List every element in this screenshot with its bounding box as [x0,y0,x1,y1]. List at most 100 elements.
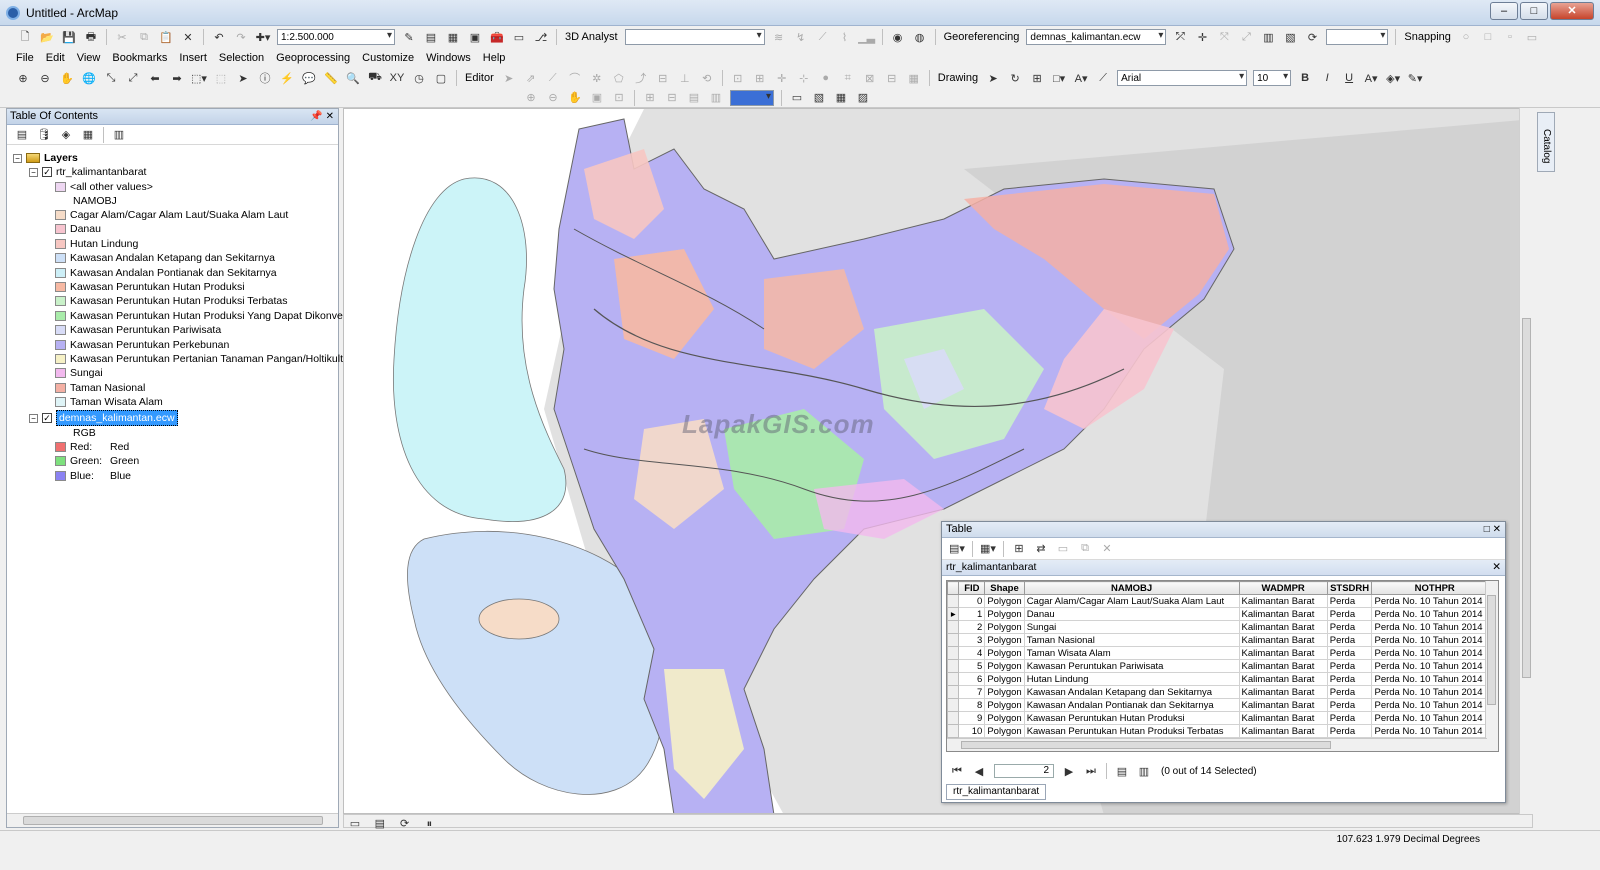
table-cell-nothpr[interactable]: Perda No. 10 Tahun 2014 [1371,607,1498,621]
font-color-icon[interactable]: A▾ [1362,70,1380,86]
layout-icon-4[interactable]: ▣ [588,90,606,106]
change-layout-icon[interactable]: ▦ [832,90,850,106]
row-selector[interactable] [947,711,960,725]
arcglobe-icon[interactable]: ◍ [911,29,929,45]
drawing-dropdown[interactable]: Drawing [938,72,978,84]
profile-graph-icon[interactable]: ▁▃ [858,29,876,45]
fixed-zoom-out-icon[interactable]: ⤢ [124,70,142,86]
vertex-snapping-icon[interactable]: ▫ [1501,29,1519,45]
edge-snapping-icon[interactable]: ▭ [1523,29,1541,45]
create-viewer-icon[interactable]: ▢ [432,70,450,86]
table-cell-namobj[interactable]: Sungai [1023,620,1240,634]
search-window-icon[interactable]: ▣ [466,29,484,45]
layer-demnas-kalimantan[interactable]: − ✓ demnas_kalimantan.ecw [29,410,178,426]
edit-annotation-icon[interactable]: ⇗ [522,70,540,86]
fixed-zoom-in-icon[interactable]: ⤡ [102,70,120,86]
snapping-dropdown[interactable]: Snapping [1404,31,1451,43]
layout-icon-1[interactable]: ⊕ [522,90,540,106]
table-cell-namobj[interactable]: Kawasan Andalan Pontianak dan Sekitarnya [1023,698,1240,712]
table-cell-shape[interactable]: Polygon [984,672,1025,686]
table-cell-shape[interactable]: Polygon [984,594,1025,608]
table-cell-stsdrh[interactable]: Perda [1326,711,1373,725]
table-cell-shape[interactable]: Polygon [984,659,1025,673]
column-header-namobj[interactable]: NAMOBJ [1023,581,1240,595]
add-data-icon[interactable]: ✚▾ [254,29,272,45]
row-selector[interactable] [947,724,960,738]
open-icon[interactable]: 📂 [38,29,56,45]
split-icon[interactable]: ⊥ [676,70,694,86]
list-by-source-icon[interactable]: 🛢 [35,127,53,143]
reshape-icon[interactable]: ⤴ [632,70,650,86]
table-cell-fid[interactable]: 2 [958,620,986,634]
list-by-visibility-icon[interactable]: ◈ [57,127,75,143]
delete-icon[interactable]: ✕ [179,29,197,45]
save-icon[interactable]: 💾 [60,29,78,45]
end-point-arc-icon[interactable]: ⌒ [566,70,584,86]
add-control-points-icon[interactable]: ✛ [1193,29,1211,45]
zoom-to-graphics-icon[interactable]: ⊞ [1028,70,1046,86]
georeferencing-dropdown[interactable]: Georeferencing [944,31,1020,43]
catalog-side-tab[interactable]: Catalog [1537,112,1555,172]
georef-transparency-combo[interactable] [1326,29,1389,45]
table-cell-wadmpr[interactable]: Kalimantan Barat [1238,620,1328,634]
row-selector[interactable] [947,633,960,647]
3d-analyst-layer-combo[interactable] [624,29,765,45]
legend-class-item[interactable]: Hutan Lindung [55,237,138,251]
collapse-icon[interactable]: − [13,153,22,163]
table-cell-nothpr[interactable]: Perda No. 10 Tahun 2014 [1371,711,1498,725]
data-view-icon[interactable]: ▭ [346,815,364,831]
collapse-icon[interactable]: − [29,167,38,177]
table-cell-nothpr[interactable]: Perda No. 10 Tahun 2014 [1371,646,1498,660]
interpolate-line-icon[interactable]: ⌇ [836,29,854,45]
topology-icon-5[interactable]: ● [817,70,835,86]
table-cell-stsdrh[interactable]: Perda [1326,724,1373,738]
shift-icon[interactable]: ⤧ [1215,29,1233,45]
contour-icon[interactable]: ≋ [770,29,788,45]
column-header-wadmpr[interactable]: WADMPR [1238,581,1328,595]
row-selector[interactable] [947,594,960,608]
redo-icon[interactable]: ↷ [232,29,250,45]
row-selector[interactable] [947,646,960,660]
layout-icon-9[interactable]: ▥ [707,90,725,106]
table-cell-fid[interactable]: 9 [958,711,986,725]
catalog-window-icon[interactable]: ▦ [444,29,462,45]
legend-class-item[interactable]: Kawasan Andalan Ketapang dan Sekitarnya [55,251,275,265]
layout-icon-6[interactable]: ⊞ [641,90,659,106]
model-builder-icon[interactable]: ⎇ [532,29,550,45]
legend-class-item[interactable]: Kawasan Peruntukan Pariwisata [55,323,221,337]
show-selected-records-icon[interactable]: ▥ [1135,763,1153,779]
table-row[interactable]: 9 Polygon Kawasan Peruntukan Hutan Produks… [947,711,1498,725]
layout-zoom-combo[interactable] [730,89,774,106]
row-selector[interactable] [947,620,960,634]
table-cell-stsdrh[interactable]: Perda [1326,698,1373,712]
font-size-combo[interactable]: 10 [1253,70,1292,86]
column-header-fid[interactable]: FID [958,581,986,595]
clear-selection-table-icon[interactable]: ▭ [1054,541,1072,557]
fill-color-icon[interactable]: ◈▾ [1384,70,1402,86]
find-route-icon[interactable]: ⛟ [366,70,384,86]
layout-icon-3[interactable]: ✋ [566,90,584,106]
table-cell-stsdrh[interactable]: Perda [1326,685,1373,699]
html-popup-icon[interactable]: 💬 [300,70,318,86]
table-cell-fid[interactable]: 8 [958,698,986,712]
table-cell-wadmpr[interactable]: Kalimantan Barat [1238,633,1328,647]
table-cell-stsdrh[interactable]: Perda [1326,659,1373,673]
previous-record-icon[interactable]: ◀ [970,763,988,779]
table-cell-shape[interactable]: Polygon [984,620,1025,634]
topology-icon-2[interactable]: ⊞ [751,70,769,86]
editor-toolbar-icon[interactable]: ✎ [400,29,418,45]
zoom-to-selected-icon[interactable]: ⧉ [1076,541,1094,557]
table-cell-nothpr[interactable]: Perda No. 10 Tahun 2014 [1371,698,1498,712]
scale-icon[interactable]: ⤢ [1237,29,1255,45]
select-features-icon[interactable]: ⬚▾ [190,70,208,86]
menu-geoprocessing[interactable]: Geoprocessing [276,52,350,64]
pin-icon[interactable]: 📌 [310,111,322,122]
table-cell-fid[interactable]: 7 [958,685,986,699]
column-header-stsdrh[interactable]: STSDRH [1326,581,1373,595]
table-cell-namobj[interactable]: Hutan Lindung [1023,672,1240,686]
switch-selection-icon[interactable]: ⇄ [1032,541,1050,557]
end-snapping-icon[interactable]: □ [1479,29,1497,45]
column-header-nothpr[interactable]: NOTHPR [1371,581,1498,595]
table-row[interactable]: 4 Polygon Taman Wisata Alam Kalimantan Bara… [947,646,1498,660]
3d-analyst-dropdown[interactable]: 3D Analyst [565,31,618,43]
